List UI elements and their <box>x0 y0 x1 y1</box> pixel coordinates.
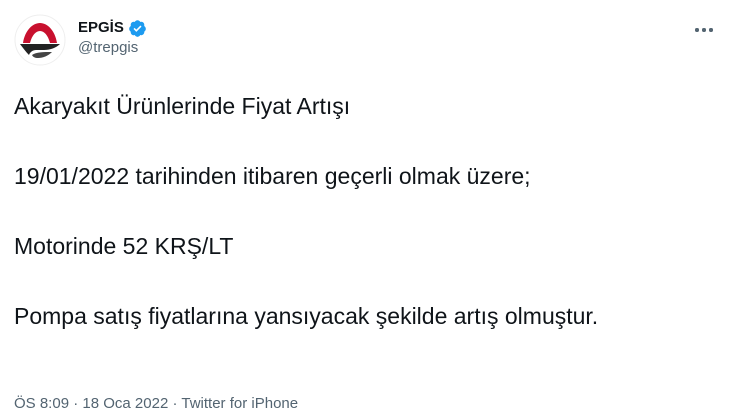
dot <box>695 28 699 32</box>
tweet-meta: ÖS 8:09 · 18 Oca 2022 · Twitter for iPho… <box>14 394 298 414</box>
author-handle[interactable]: @trepgis <box>78 38 147 58</box>
avatar[interactable] <box>14 14 66 66</box>
more-options-icon[interactable] <box>692 18 716 42</box>
tweet-text: Akaryakıt Ürünlerinde Fiyat Artışı 19/01… <box>14 92 714 330</box>
display-name[interactable]: EPGİS <box>78 18 124 38</box>
tweet-paragraph: Pompa satış fiyatlarına yansıyacak şekil… <box>14 303 599 329</box>
tweet-source[interactable]: Twitter for iPhone <box>181 395 298 412</box>
tweet-paragraph: 19/01/2022 tarihinden itibaren geçerli o… <box>14 163 531 189</box>
dot <box>709 28 713 32</box>
meta-separator: · <box>73 395 79 412</box>
verified-badge-icon <box>128 19 147 38</box>
tweet-paragraph: Akaryakıt Ürünlerinde Fiyat Artışı <box>14 93 351 119</box>
dot <box>702 28 706 32</box>
epgis-logo-icon <box>14 14 66 66</box>
tweet: EPGİS @trepgis Akaryakıt Ürünlerinde Fiy… <box>0 0 730 418</box>
tweet-header: EPGİS @trepgis <box>14 14 147 66</box>
author-names: EPGİS @trepgis <box>78 18 147 58</box>
tweet-paragraph: Motorinde 52 KRŞ/LT <box>14 233 234 259</box>
meta-separator: · <box>172 395 178 412</box>
tweet-time[interactable]: ÖS 8:09 <box>14 395 69 412</box>
display-name-row: EPGİS <box>78 18 147 38</box>
tweet-date[interactable]: 18 Oca 2022 <box>82 395 168 412</box>
